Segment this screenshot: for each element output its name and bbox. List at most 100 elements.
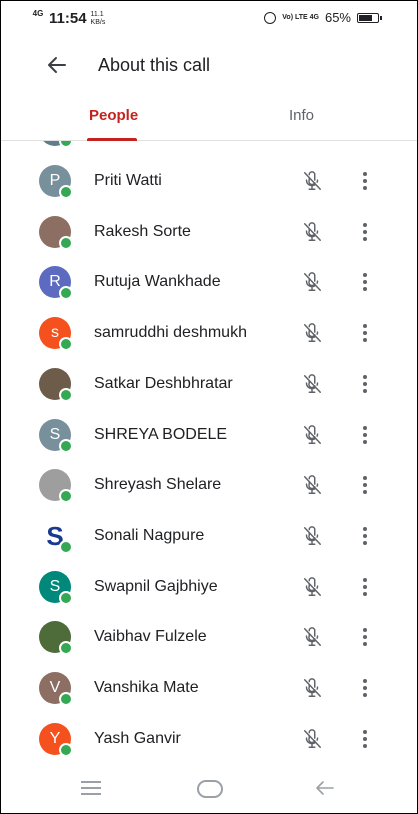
more-options-icon[interactable] [357, 676, 373, 700]
online-dot [59, 141, 73, 148]
participant-row[interactable]: Y Yash Ganvir [1, 715, 417, 761]
status-right: Vo) LTE 4G 65% [264, 10, 382, 25]
mic-off-icon [303, 272, 321, 292]
participant-row[interactable]: P Priti Watti [1, 157, 417, 207]
status-left: 4G 11:54 11.1 KB/s [31, 9, 106, 28]
participant-name: Yash Ganvir [94, 729, 181, 747]
participant-name: Rutuja Wankhade [94, 273, 221, 291]
avatar: Y [39, 722, 73, 757]
participant-name: Vaibhav Fulzele [94, 628, 207, 646]
avatar [39, 367, 73, 402]
avatar-initial: Y [49, 729, 61, 747]
participant-name: Shreyash Shelare [94, 476, 222, 494]
participant-row[interactable]: S Swapnil Gajbhiye [1, 563, 417, 613]
app-bar: About this call [1, 41, 417, 91]
recents-icon[interactable] [81, 781, 101, 799]
avatar [39, 215, 73, 250]
online-dot [59, 539, 73, 554]
phone-screen: 4G 11:54 11.1 KB/s Vo) LTE 4G 65% About … [0, 0, 418, 814]
more-options-icon[interactable] [357, 372, 373, 396]
more-options-icon[interactable] [357, 727, 373, 751]
status-bar: 4G 11:54 11.1 KB/s Vo) LTE 4G 65% [1, 1, 417, 37]
mic-off-icon [303, 171, 321, 190]
battery-icon [357, 12, 382, 23]
mic-off-icon [303, 424, 321, 444]
participant-name: Satkar Deshbhratar [94, 374, 233, 392]
avatar-initial: S [49, 577, 61, 595]
nav-back-icon[interactable] [315, 779, 335, 797]
mic-off-icon [303, 323, 321, 343]
more-options-icon[interactable] [357, 270, 373, 294]
participant-name: Sonali Nagpure [94, 526, 205, 544]
avatar-initial: P [49, 172, 61, 189]
participant-row[interactable]: V Vanshika Mate [1, 664, 417, 714]
avatar: V [39, 672, 73, 706]
speed-value: 11.1 [90, 11, 104, 18]
tab-info[interactable]: Info [289, 107, 314, 124]
participant-row[interactable]: Rakesh Sorte [1, 208, 417, 258]
home-icon[interactable] [197, 780, 223, 798]
online-dot [59, 387, 73, 402]
signal-indicator: Vo) LTE 4G [282, 14, 319, 21]
more-options-icon[interactable] [357, 321, 373, 345]
participant-row[interactable]: S Sonali Nagpure [1, 512, 417, 562]
participant-list[interactable]: P Priti Watti Rakesh Sorte R Rutuja Wankhade… [1, 141, 417, 761]
participant-row[interactable]: Satkar Deshbhratar [1, 360, 417, 410]
page-title: About this call [98, 55, 211, 75]
mic-off-icon [303, 576, 321, 596]
online-dot [59, 286, 73, 301]
avatar-initial: V [49, 679, 61, 696]
online-dot [59, 692, 73, 706]
online-dot [59, 489, 73, 504]
participant-row[interactable]: s samruddhi deshmukh [1, 309, 417, 359]
mic-off-icon [303, 475, 321, 495]
online-dot [59, 235, 73, 250]
online-dot [59, 742, 73, 757]
avatar [39, 621, 73, 656]
avatar-initial: S [49, 425, 61, 443]
mic-off-icon [303, 526, 321, 545]
participant-name: Swapnil Gajbhiye [94, 577, 218, 595]
avatar: s [39, 317, 73, 352]
speed-unit: KB/s [90, 19, 106, 26]
participant-name: Rakesh Sorte [94, 222, 191, 240]
mic-off-icon [303, 221, 321, 241]
avatar: P [39, 165, 73, 199]
participant-name: Vanshika Mate [94, 679, 199, 696]
mic-off-icon [303, 627, 321, 647]
participant-row[interactable]: R Rutuja Wankhade [1, 258, 417, 308]
avatar: R [39, 266, 73, 301]
clock: 11:54 [49, 10, 87, 27]
online-dot [59, 185, 73, 199]
participant-row[interactable]: Shreyash Shelare [1, 461, 417, 511]
more-options-icon[interactable] [357, 625, 373, 649]
avatar: S [39, 570, 73, 605]
more-options-icon[interactable] [357, 524, 373, 548]
mic-off-icon [303, 678, 321, 697]
back-arrow-icon[interactable] [45, 53, 69, 77]
participant-row[interactable]: Vaibhav Fulzele [1, 613, 417, 663]
avatar [39, 469, 73, 504]
more-options-icon[interactable] [357, 220, 373, 244]
avatar [39, 141, 73, 148]
online-dot [59, 438, 73, 453]
mic-off-icon [303, 728, 321, 748]
avatar: S [39, 418, 73, 453]
more-options-icon[interactable] [357, 473, 373, 497]
battery-percent: 65% [324, 10, 351, 25]
more-options-icon[interactable] [357, 423, 373, 447]
mic-off-icon [303, 373, 321, 393]
network-speed: 11.1 KB/s [91, 10, 106, 26]
participant-name: Priti Watti [94, 172, 162, 189]
avatar: S [39, 519, 73, 554]
more-options-icon[interactable] [357, 575, 373, 599]
participant-name: SHREYA BODELE [94, 425, 228, 443]
online-dot [59, 337, 73, 352]
more-options-icon[interactable] [357, 169, 373, 193]
online-dot [59, 641, 73, 656]
avatar-initial: s [51, 324, 59, 342]
network-indicator: 4G [32, 9, 44, 18]
participant-row[interactable]: S SHREYA BODELE [1, 411, 417, 461]
tab-people[interactable]: People [89, 107, 138, 124]
partial-row [1, 141, 417, 156]
